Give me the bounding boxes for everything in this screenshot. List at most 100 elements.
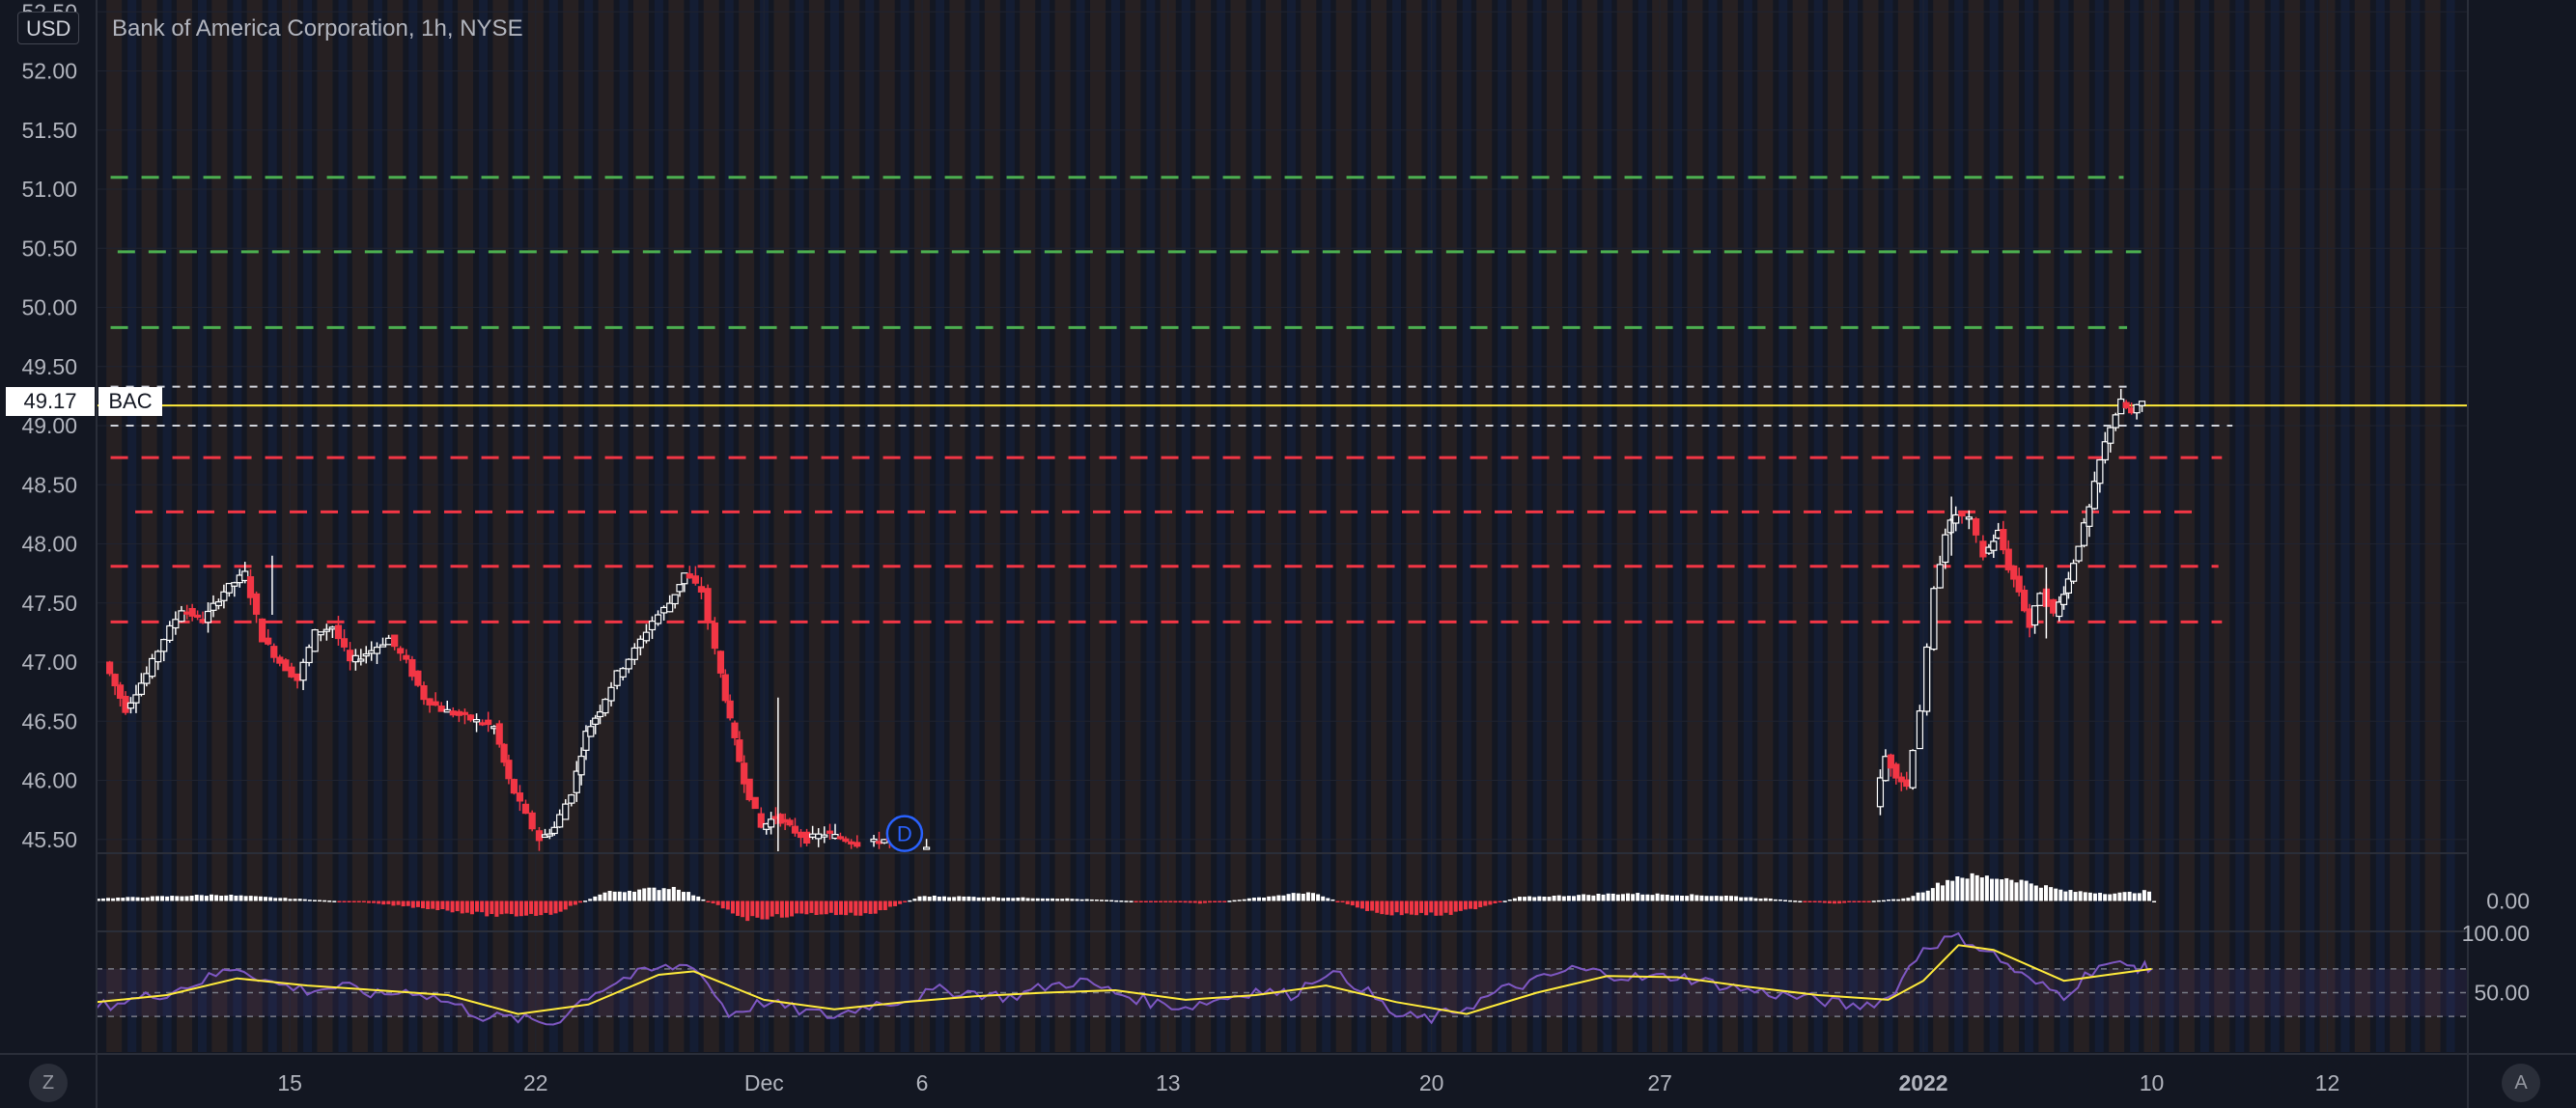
histogram-bar	[401, 900, 406, 907]
histogram-bar	[1424, 900, 1429, 916]
histogram-bar	[258, 896, 263, 901]
candle-body	[385, 637, 393, 646]
session-band-orange	[668, 0, 685, 1052]
session-band-orange	[211, 0, 228, 1052]
histogram-bar	[307, 900, 312, 901]
histogram-bar	[1075, 899, 1079, 901]
histogram-bar	[523, 900, 528, 916]
candle-body	[516, 792, 524, 802]
candle-body	[466, 714, 475, 721]
histogram-bar	[475, 900, 480, 912]
histogram-bar	[1803, 900, 1807, 902]
histogram-bar	[730, 900, 735, 914]
time-tick-label: 20	[1419, 1070, 1444, 1095]
candle-body	[391, 634, 399, 648]
exchange-label: NYSE	[460, 15, 523, 42]
histogram-bar	[686, 892, 691, 901]
session-band-orange	[2249, 0, 2265, 1052]
session-band-orange	[351, 0, 368, 1052]
histogram-bar	[1326, 898, 1330, 901]
histogram-bar	[1866, 900, 1871, 902]
currency-label[interactable]: USD	[17, 12, 80, 44]
histogram-bar	[922, 896, 927, 901]
histogram-bar	[1109, 900, 1114, 902]
session-band-blue	[514, 0, 523, 1052]
session-band-blue	[1041, 0, 1050, 1052]
histogram-bar	[1419, 900, 1424, 913]
histogram-bar	[1837, 900, 1842, 904]
candle-body	[461, 711, 469, 715]
histogram-bar	[647, 887, 652, 901]
histogram-bar	[130, 897, 135, 901]
histogram-bar	[548, 900, 553, 915]
histogram-bar	[558, 900, 563, 912]
histogram-bar	[1680, 895, 1685, 901]
histogram-bar	[927, 896, 932, 901]
histogram-bar	[1739, 897, 1744, 901]
histogram-bar	[1965, 878, 1970, 901]
histogram-bar	[1615, 894, 1620, 901]
candle-body	[2101, 441, 2109, 461]
session-band-blue	[2340, 0, 2350, 1052]
histogram-bar	[1099, 900, 1104, 901]
auto-scale-button[interactable]: A	[2502, 1064, 2540, 1102]
histogram-bar	[1370, 900, 1375, 911]
histogram-bar	[1650, 895, 1655, 901]
candle-body	[726, 700, 734, 719]
price-tick-label: 47.00	[21, 650, 77, 675]
histogram-bar	[1812, 900, 1817, 902]
price-tick-label: 52.00	[21, 59, 77, 84]
candle-body	[178, 610, 185, 623]
candle-body	[2086, 506, 2093, 527]
histogram-bar	[1699, 895, 1704, 901]
candle-body	[854, 842, 861, 847]
histogram-bar	[2103, 894, 2108, 901]
histogram-bar	[1974, 874, 1979, 901]
histogram-bar	[1138, 900, 1143, 902]
chart-root[interactable]: D 52.5052.0051.5051.0050.5050.0049.5049.…	[0, 0, 2576, 1108]
histogram-bar	[1704, 896, 1709, 901]
time-tick-label: 6	[916, 1070, 929, 1095]
histogram-bar	[1448, 900, 1453, 915]
histogram-bar	[1385, 900, 1389, 915]
histogram-bar	[1173, 900, 1178, 903]
session-band-blue	[2165, 0, 2174, 1052]
candle-body	[521, 803, 530, 815]
histogram-bar	[1060, 899, 1065, 901]
chart-canvas[interactable]: D 52.5052.0051.5051.0050.5050.0049.5049.…	[0, 0, 2576, 1108]
candle-body	[2090, 481, 2099, 510]
histogram-bar	[2127, 891, 2132, 901]
price-tick-label: 47.50	[21, 591, 77, 616]
candle-body	[630, 647, 638, 660]
histogram-bar	[745, 900, 750, 922]
candle-body	[340, 638, 349, 648]
histogram-bar	[361, 900, 366, 902]
candle-body	[495, 723, 503, 745]
candle-body	[505, 760, 513, 780]
histogram-bar	[406, 900, 410, 906]
candle-body	[842, 838, 850, 843]
histogram-bar	[1788, 900, 1793, 902]
histogram-bar	[784, 900, 789, 918]
session-band-blue	[233, 0, 242, 1052]
histogram-bar	[534, 900, 539, 916]
time-tick-label: 10	[2140, 1070, 2165, 1095]
session-band-orange	[739, 0, 755, 1052]
session-band-blue	[1146, 0, 1156, 1052]
session-band-blue	[936, 0, 945, 1052]
candle-body	[449, 710, 457, 716]
histogram-bar	[602, 892, 607, 901]
candle-body	[2107, 427, 2114, 444]
candle-body	[252, 593, 261, 615]
histogram-bar	[1040, 898, 1045, 901]
session-band-orange	[563, 0, 579, 1052]
histogram-bar	[539, 900, 544, 916]
zoom-reset-button[interactable]: Z	[29, 1064, 68, 1102]
histogram-bar	[986, 897, 991, 901]
histogram-bar	[1606, 893, 1610, 901]
session-band-orange	[949, 0, 966, 1052]
histogram-bar	[849, 900, 854, 913]
histogram-bar	[1035, 898, 1040, 901]
histogram-bar	[2098, 893, 2103, 901]
histogram-bar	[1045, 898, 1050, 901]
